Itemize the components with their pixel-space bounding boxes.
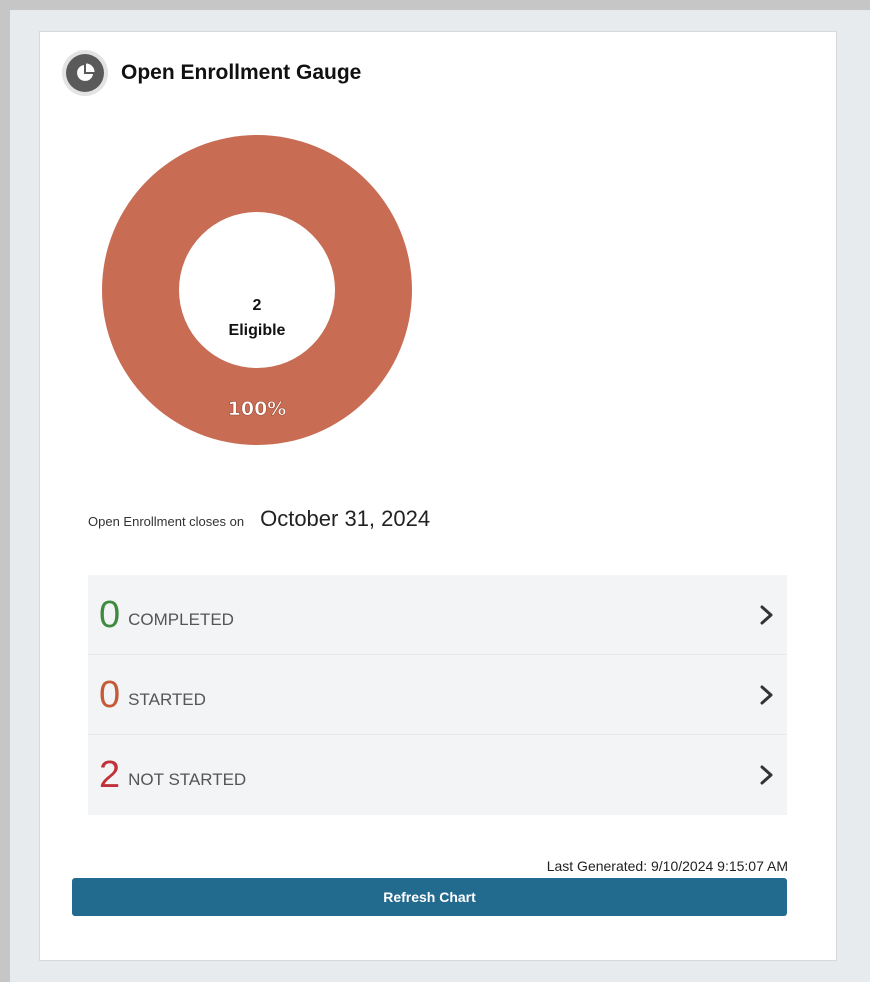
status-count: 0 — [99, 673, 121, 716]
enrollment-close-line: Open Enrollment closes on October 31, 20… — [88, 506, 430, 532]
status-row-started[interactable]: 0 STARTED — [88, 655, 787, 735]
status-label: STARTED — [128, 689, 206, 709]
status-list: 0 COMPLETED 0 STARTED 2 NOT STARTED — [88, 575, 787, 815]
slice-value-label: 100% — [228, 398, 287, 420]
pie-chart-icon — [62, 50, 108, 96]
close-label: Open Enrollment closes on — [88, 514, 245, 529]
chevron-right-icon[interactable] — [759, 603, 775, 627]
refresh-chart-button[interactable]: Refresh Chart — [72, 878, 787, 916]
last-generated-timestamp: Last Generated: 9/10/2024 9:15:07 AM — [546, 858, 788, 874]
status-row-not-started[interactable]: 2 NOT STARTED — [88, 735, 787, 815]
chevron-right-icon[interactable] — [759, 763, 775, 787]
status-label: NOT STARTED — [128, 770, 247, 789]
enrollment-donut-chart[interactable]: 2 Eligible 100% — [102, 134, 412, 446]
status-label: COMPLETED — [128, 609, 234, 629]
page-background: Open Enrollment Gauge 2 Eligible 100% Op… — [10, 10, 870, 982]
center-label: Eligible — [229, 322, 286, 339]
card-title: Open Enrollment Gauge — [121, 61, 362, 84]
status-count: 2 — [99, 754, 121, 796]
center-count: 2 — [253, 297, 262, 314]
close-date: October 31, 2024 — [260, 506, 431, 531]
status-row-completed[interactable]: 0 COMPLETED — [88, 575, 787, 655]
chevron-right-icon[interactable] — [759, 683, 775, 707]
status-count: 0 — [99, 593, 121, 636]
card-header: Open Enrollment Gauge — [62, 50, 361, 96]
enrollment-gauge-card: Open Enrollment Gauge 2 Eligible 100% Op… — [39, 31, 837, 961]
